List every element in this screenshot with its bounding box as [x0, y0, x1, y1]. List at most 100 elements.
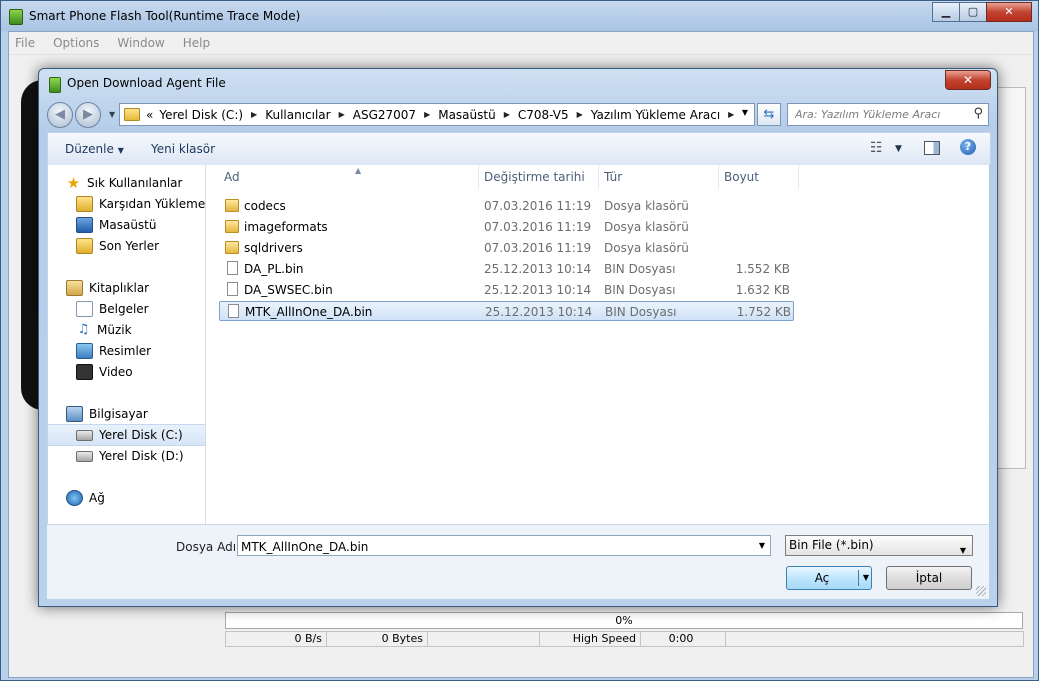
nav-label: Müzik — [97, 323, 132, 337]
recent-locations-chevron-icon[interactable]: ▼ — [109, 110, 115, 119]
filetype-select[interactable]: Bin File (*.bin) ▼ — [785, 535, 973, 556]
file-row[interactable]: DA_SWSEC.bin 25.12.2013 10:14 BIN Dosyas… — [219, 280, 794, 300]
maximize-button[interactable]: ▢ — [959, 2, 987, 22]
breadcrumb-item[interactable]: Masaüstü — [438, 108, 495, 122]
nav-item-videos[interactable]: Video — [48, 362, 205, 382]
nav-item-local-disk-c[interactable]: Yerel Disk (C:) — [48, 424, 205, 446]
menu-help[interactable]: Help — [183, 36, 210, 50]
breadcrumb-chevron-icon[interactable]: ▶ — [504, 110, 510, 119]
filename-dropdown-icon[interactable]: ▼ — [759, 541, 765, 550]
nav-network[interactable]: Ağ — [48, 488, 205, 508]
nav-item-pictures[interactable]: Resimler — [48, 341, 205, 361]
organize-button[interactable]: Düzenle ▼ — [65, 142, 124, 156]
resize-grip-icon[interactable] — [976, 586, 986, 596]
file-row[interactable]: imageformats 07.03.2016 11:19 Dosya klas… — [219, 217, 794, 237]
breadcrumb-item[interactable]: Kullanıcılar — [265, 108, 330, 122]
file-row[interactable]: codecs 07.03.2016 11:19 Dosya klasörü — [219, 196, 794, 216]
refresh-icon[interactable]: ⇆ — [757, 103, 781, 126]
desktop-icon — [76, 217, 93, 233]
folder-icon — [225, 220, 239, 233]
nav-label: Masaüstü — [99, 218, 157, 232]
pictures-icon — [76, 343, 93, 359]
file-date: 25.12.2013 10:14 — [484, 283, 592, 297]
open-options-chevron-icon[interactable]: ▼ — [863, 567, 869, 589]
forward-arrow-icon[interactable]: ▶ — [75, 102, 101, 128]
breadcrumb-item[interactable]: C708-V5 — [518, 108, 569, 122]
nav-label: Karşıdan Yüklemeler — [99, 197, 206, 211]
filename-combobox: ▼ — [237, 535, 771, 557]
nav-item-local-disk-d[interactable]: Yerel Disk (D:) — [48, 446, 205, 466]
status-speed: 0 B/s — [225, 631, 327, 647]
status-filler — [725, 631, 1024, 647]
back-arrow-icon[interactable]: ◀ — [47, 102, 73, 128]
dialog-close-button[interactable]: ✕ — [945, 70, 991, 90]
libraries-icon — [66, 280, 83, 296]
breadcrumb-chevron-icon[interactable]: ▶ — [728, 110, 734, 119]
file-size: 1.552 KB — [735, 262, 790, 276]
nav-item-downloads[interactable]: Karşıdan Yüklemeler — [48, 194, 206, 214]
search-input[interactable] — [793, 104, 967, 125]
dialog-title: Open Download Agent File — [67, 76, 226, 90]
breadcrumb-chevron-icon[interactable]: ▶ — [339, 110, 345, 119]
status-area: 0% 0 B/s 0 Bytes High Speed 0:00 — [225, 612, 1024, 647]
nav-item-music[interactable]: ♫ Müzik — [48, 320, 205, 340]
status-mode: High Speed — [539, 631, 641, 647]
command-toolbar: Düzenle ▼ Yeni klasör ☷ ▼ ? — [47, 132, 991, 166]
file-row-selected[interactable]: MTK_AllInOne_DA.bin 25.12.2013 10:14 BIN… — [219, 301, 794, 321]
help-icon[interactable]: ? — [960, 139, 976, 155]
breadcrumb-overflow[interactable]: « — [146, 108, 153, 122]
cancel-button[interactable]: İptal — [886, 566, 972, 590]
file-type: BIN Dosyası — [604, 262, 676, 276]
menu-window[interactable]: Window — [117, 36, 164, 50]
filename-input[interactable] — [238, 536, 743, 557]
organize-label: Düzenle — [65, 142, 114, 156]
column-header-date[interactable]: Değiştirme tarihi — [479, 165, 599, 189]
open-button[interactable]: Aç ▼ — [786, 566, 872, 590]
breadcrumb-chevron-icon[interactable]: ▶ — [424, 110, 430, 119]
menu-options[interactable]: Options — [53, 36, 99, 50]
view-options-chevron-icon[interactable]: ▼ — [895, 144, 902, 154]
nav-label: Son Yerler — [99, 239, 160, 253]
file-date: 25.12.2013 10:14 — [484, 262, 592, 276]
nav-label: Sık Kullanılanlar — [87, 176, 183, 190]
breadcrumb-chevron-icon[interactable]: ▶ — [251, 110, 257, 119]
file-date: 07.03.2016 11:19 — [484, 220, 592, 234]
nav-item-recent-places[interactable]: Son Yerler — [48, 236, 205, 256]
column-header-size[interactable]: Boyut — [719, 165, 799, 189]
breadcrumb-item[interactable]: Yerel Disk (C:) — [159, 108, 243, 122]
dialog-icon — [49, 77, 61, 93]
main-titlebar[interactable]: Smart Phone Flash Tool(Runtime Trace Mod… — [1, 1, 1038, 31]
close-button[interactable]: ✕ — [986, 2, 1032, 22]
nav-computer[interactable]: Bilgisayar — [48, 404, 205, 424]
file-type: Dosya klasörü — [604, 220, 689, 234]
nav-item-desktop[interactable]: Masaüstü — [48, 215, 205, 235]
file-name: DA_PL.bin — [244, 262, 304, 276]
file-list: Ad ▲ Değiştirme tarihi Tür Boyut codecs … — [206, 165, 989, 524]
nav-favorites[interactable]: ★ Sık Kullanılanlar — [48, 173, 205, 193]
status-bytes: 0 Bytes — [326, 631, 428, 647]
breadcrumb-chevron-icon[interactable]: ▶ — [577, 110, 583, 119]
breadcrumb-item[interactable]: ASG27007 — [353, 108, 416, 122]
file-date: 07.03.2016 11:19 — [484, 241, 592, 255]
breadcrumb-item[interactable]: Yazılım Yükleme Aracı — [591, 108, 720, 122]
column-header-type[interactable]: Tür — [599, 165, 719, 189]
organize-chevron-icon: ▼ — [117, 146, 124, 155]
status-empty — [427, 631, 540, 647]
address-bar[interactable]: « Yerel Disk (C:) ▶ Kullanıcılar ▶ ASG2700… — [119, 103, 755, 126]
file-icon — [227, 282, 238, 296]
preview-pane-icon[interactable] — [924, 141, 940, 155]
nav-item-documents[interactable]: Belgeler — [48, 299, 205, 319]
new-folder-button[interactable]: Yeni klasör — [151, 142, 215, 156]
breadcrumb: Yerel Disk (C:) ▶ Kullanıcılar ▶ ASG27007 ▶… — [159, 108, 742, 122]
column-header-name[interactable]: Ad ▲ — [219, 165, 479, 189]
menu-bar: File Options Window Help — [9, 32, 1033, 55]
file-row[interactable]: sqldrivers 07.03.2016 11:19 Dosya klasör… — [219, 238, 794, 258]
menu-file[interactable]: File — [15, 36, 35, 50]
address-dropdown-icon[interactable]: ▼ — [742, 108, 748, 117]
file-row[interactable]: DA_PL.bin 25.12.2013 10:14 BIN Dosyası 1… — [219, 259, 794, 279]
search-icon[interactable]: ⚲ — [973, 106, 983, 121]
nav-libraries[interactable]: Kitaplıklar — [48, 278, 205, 298]
minimize-button[interactable]: ▁ — [932, 2, 960, 22]
view-details-icon[interactable]: ☷ — [870, 140, 883, 156]
navigation-pane: ★ Sık Kullanılanlar Karşıdan Yüklemeler … — [47, 165, 206, 524]
